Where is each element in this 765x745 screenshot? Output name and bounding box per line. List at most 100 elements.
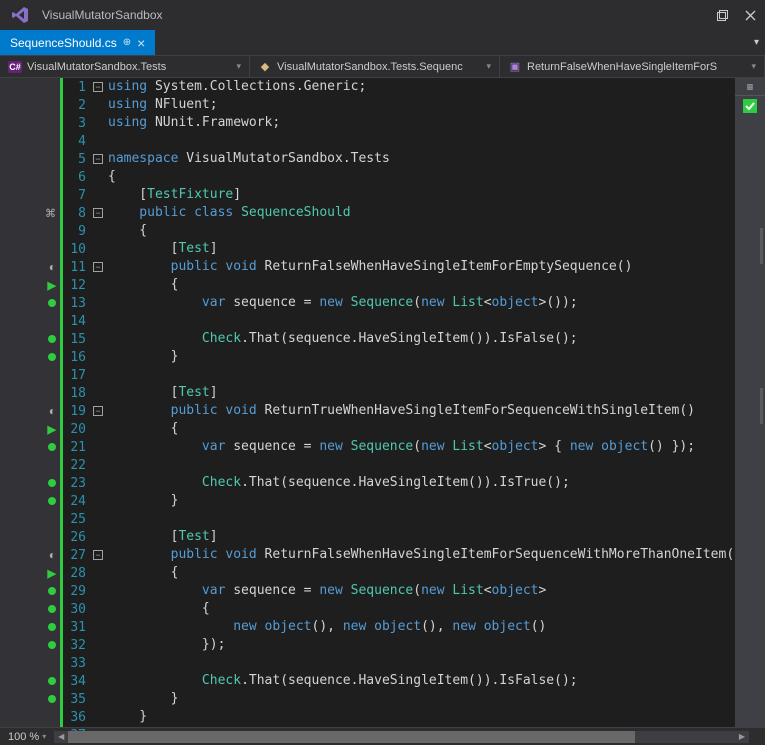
glyph-row[interactable] <box>0 726 60 744</box>
glyph-row[interactable]: ◐ <box>0 258 60 276</box>
code-line[interactable]: { <box>108 276 735 294</box>
glyph-row[interactable] <box>0 168 60 186</box>
code-line[interactable]: new object(), new object(), new object() <box>108 618 735 636</box>
code-line[interactable]: { <box>108 222 735 240</box>
code-line[interactable]: { <box>108 168 735 186</box>
glyph-row[interactable] <box>0 312 60 330</box>
crumb-method[interactable]: ▣ ReturnFalseWhenHaveSingleItemForS ▾ <box>500 56 765 77</box>
code-line[interactable]: [Test] <box>108 384 735 402</box>
folding-margin[interactable]: − − − − − − <box>90 78 106 727</box>
overview-ruler[interactable]: ≡ <box>735 78 765 727</box>
code-line[interactable]: { <box>108 564 735 582</box>
tab-sequenceshould[interactable]: SequenceShould.cs ⊕ × <box>0 30 155 55</box>
crumb-project[interactable]: C# VisualMutatorSandbox.Tests ▾ <box>0 56 250 77</box>
fold-toggle[interactable]: − <box>90 258 106 276</box>
code-line[interactable]: using NFluent; <box>108 96 735 114</box>
fold-toggle[interactable]: − <box>90 204 106 222</box>
fold-toggle[interactable]: − <box>90 78 106 96</box>
glyph-row[interactable] <box>0 636 60 654</box>
code-line[interactable]: } <box>108 726 735 727</box>
code-line[interactable]: using NUnit.Framework; <box>108 114 735 132</box>
code-editor[interactable]: ⌘◐▶◐▶◐▶ 12345678910111213141516171819202… <box>0 78 765 727</box>
glyph-row[interactable] <box>0 510 60 528</box>
code-line[interactable]: } <box>108 708 735 726</box>
code-text-area[interactable]: using System.Collections.Generic;using N… <box>106 78 735 727</box>
code-line[interactable]: [Test] <box>108 240 735 258</box>
glyph-margin[interactable]: ⌘◐▶◐▶◐▶ <box>0 78 60 727</box>
glyph-row[interactable] <box>0 186 60 204</box>
glyph-row[interactable] <box>0 600 60 618</box>
horizontal-scrollbar[interactable]: ◀ ▶ <box>54 731 749 743</box>
code-line[interactable]: { <box>108 420 735 438</box>
glyph-row[interactable] <box>0 330 60 348</box>
glyph-row[interactable]: ▶ <box>0 420 60 438</box>
glyph-row[interactable] <box>0 690 60 708</box>
glyph-row[interactable] <box>0 672 60 690</box>
code-line[interactable]: } <box>108 348 735 366</box>
fold-toggle <box>90 492 106 510</box>
code-line[interactable] <box>108 132 735 150</box>
glyph-row[interactable] <box>0 348 60 366</box>
code-line[interactable]: Check.That(sequence.HaveSingleItem()).Is… <box>108 330 735 348</box>
glyph-row[interactable]: ◐ <box>0 402 60 420</box>
code-line[interactable]: public class SequenceShould <box>108 204 735 222</box>
glyph-row[interactable] <box>0 438 60 456</box>
restore-button[interactable] <box>715 8 729 22</box>
code-line[interactable]: public void ReturnFalseWhenHaveSingleIte… <box>108 546 735 564</box>
glyph-row[interactable] <box>0 78 60 96</box>
glyph-row[interactable]: ◐ <box>0 546 60 564</box>
code-line[interactable]: using System.Collections.Generic; <box>108 78 735 96</box>
glyph-row[interactable] <box>0 618 60 636</box>
fold-toggle[interactable]: − <box>90 546 106 564</box>
glyph-row[interactable] <box>0 96 60 114</box>
tab-pin-icon[interactable]: ⊕ <box>123 37 131 48</box>
code-line[interactable]: }); <box>108 636 735 654</box>
code-line[interactable]: public void ReturnFalseWhenHaveSingleIte… <box>108 258 735 276</box>
code-line[interactable]: var sequence = new Sequence(new List<obj… <box>108 582 735 600</box>
fold-toggle[interactable]: − <box>90 150 106 168</box>
tab-overflow-icon[interactable]: ▾ <box>754 37 759 48</box>
code-line[interactable] <box>108 366 735 384</box>
code-line[interactable]: { <box>108 600 735 618</box>
glyph-row[interactable] <box>0 492 60 510</box>
glyph-row[interactable] <box>0 582 60 600</box>
code-line[interactable] <box>108 510 735 528</box>
code-line[interactable]: [Test] <box>108 528 735 546</box>
tab-close-icon[interactable]: × <box>137 35 145 51</box>
glyph-row[interactable]: ▶ <box>0 276 60 294</box>
scroll-right-icon[interactable]: ▶ <box>735 731 749 743</box>
code-line[interactable]: namespace VisualMutatorSandbox.Tests <box>108 150 735 168</box>
glyph-row[interactable] <box>0 708 60 726</box>
glyph-row[interactable] <box>0 384 60 402</box>
crumb-class[interactable]: ◆ VisualMutatorSandbox.Tests.Sequenc ▾ <box>250 56 500 77</box>
split-editor-icon[interactable]: ≡ <box>735 78 765 96</box>
scroll-thumb[interactable] <box>68 731 635 743</box>
glyph-row[interactable] <box>0 474 60 492</box>
close-button[interactable] <box>743 8 757 22</box>
code-line[interactable] <box>108 654 735 672</box>
glyph-row[interactable] <box>0 132 60 150</box>
code-line[interactable]: var sequence = new Sequence(new List<obj… <box>108 438 735 456</box>
code-line[interactable] <box>108 312 735 330</box>
code-line[interactable] <box>108 456 735 474</box>
glyph-row[interactable] <box>0 150 60 168</box>
code-line[interactable]: } <box>108 690 735 708</box>
glyph-row[interactable]: ⌘ <box>0 204 60 222</box>
glyph-row[interactable] <box>0 240 60 258</box>
glyph-row[interactable]: ▶ <box>0 564 60 582</box>
glyph-row[interactable] <box>0 456 60 474</box>
glyph-row[interactable] <box>0 366 60 384</box>
glyph-row[interactable] <box>0 114 60 132</box>
scroll-left-icon[interactable]: ◀ <box>54 731 68 743</box>
code-line[interactable]: public void ReturnTrueWhenHaveSingleItem… <box>108 402 735 420</box>
glyph-row[interactable] <box>0 294 60 312</box>
glyph-row[interactable] <box>0 528 60 546</box>
code-line[interactable]: [TestFixture] <box>108 186 735 204</box>
glyph-row[interactable] <box>0 222 60 240</box>
code-line[interactable]: Check.That(sequence.HaveSingleItem()).Is… <box>108 474 735 492</box>
code-line[interactable]: var sequence = new Sequence(new List<obj… <box>108 294 735 312</box>
fold-toggle[interactable]: − <box>90 402 106 420</box>
code-line[interactable]: } <box>108 492 735 510</box>
code-line[interactable]: Check.That(sequence.HaveSingleItem()).Is… <box>108 672 735 690</box>
glyph-row[interactable] <box>0 654 60 672</box>
